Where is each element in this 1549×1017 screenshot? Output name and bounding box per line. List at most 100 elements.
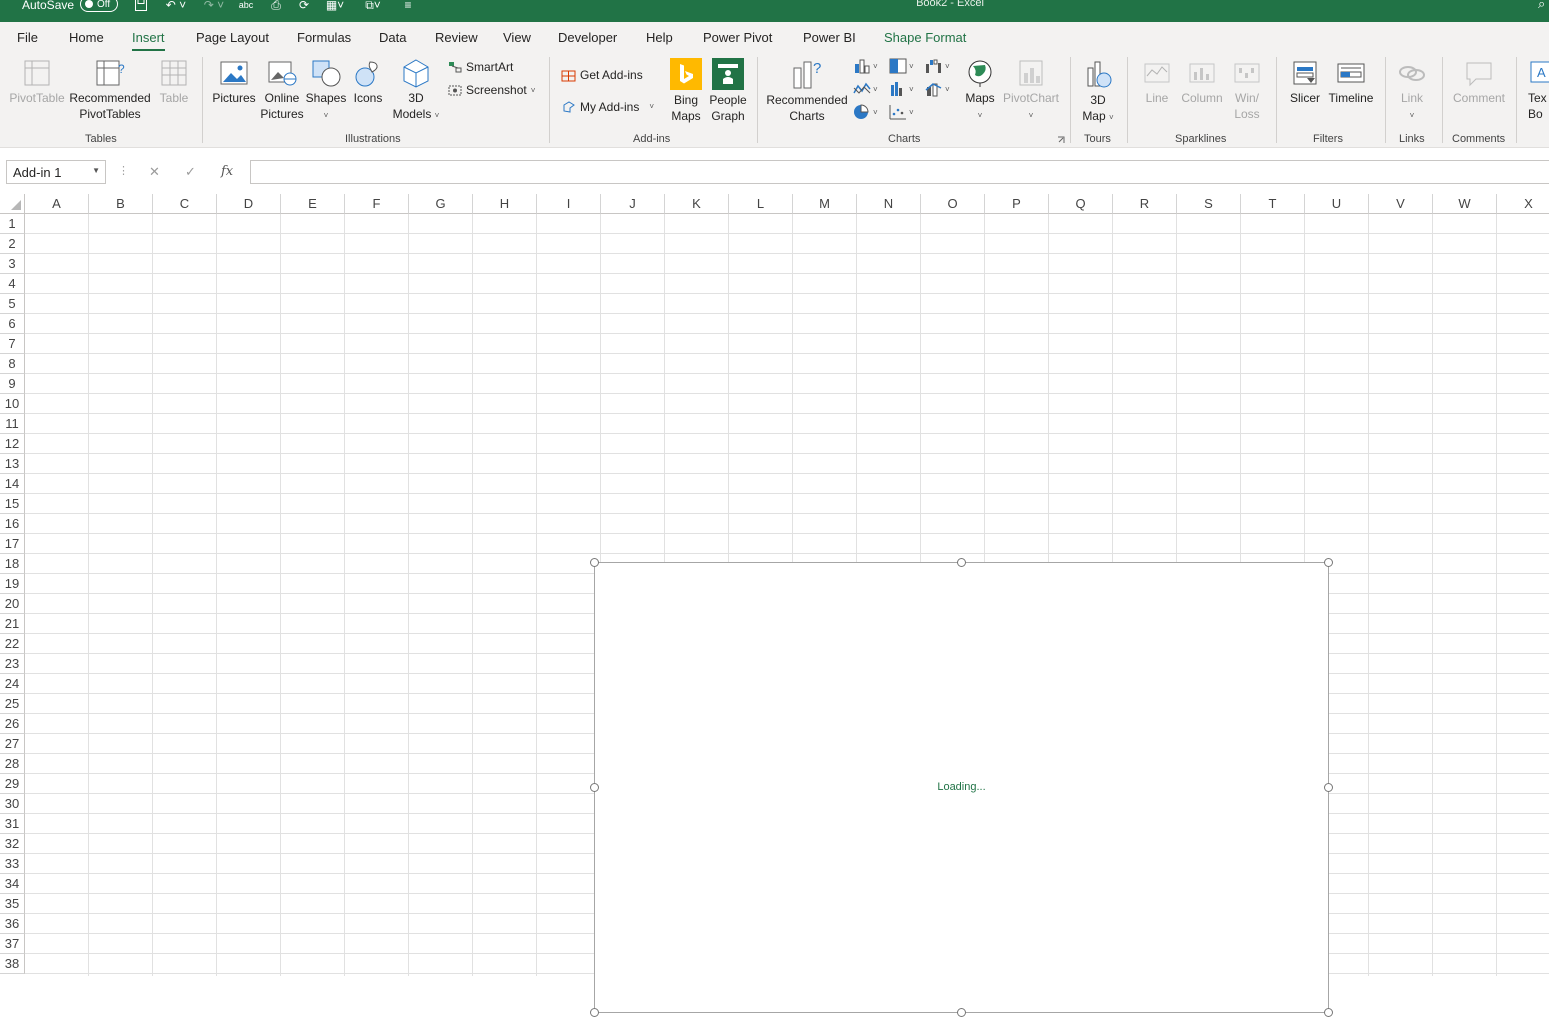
column-header[interactable]: U	[1305, 194, 1369, 214]
column-chart-button[interactable]: ˅	[853, 58, 878, 74]
tab-help[interactable]: Help	[646, 30, 673, 45]
tab-view[interactable]: View	[503, 30, 531, 45]
row-header[interactable]: 17	[0, 534, 25, 554]
maps-button[interactable]: Maps ˅	[962, 58, 998, 124]
column-header[interactable]: E	[281, 194, 345, 214]
column-header[interactable]: I	[537, 194, 601, 214]
row-header[interactable]: 25	[0, 694, 25, 714]
enter-icon[interactable]: ✓	[185, 164, 196, 180]
column-header[interactable]: N	[857, 194, 921, 214]
row-header[interactable]: 7	[0, 334, 25, 354]
tab-data[interactable]: Data	[379, 30, 406, 45]
timeline-button[interactable]: Timeline	[1326, 58, 1376, 106]
my-addins-button[interactable]: My Add-ins ˅	[561, 99, 654, 114]
row-header[interactable]: 9	[0, 374, 25, 394]
people-graph-button[interactable]: People Graph	[707, 58, 749, 124]
row-header[interactable]: 37	[0, 934, 25, 954]
comment-button[interactable]: Comment	[1450, 58, 1508, 106]
select-all-button[interactable]	[0, 194, 25, 214]
tab-home[interactable]: Home	[69, 30, 104, 45]
row-header[interactable]: 14	[0, 474, 25, 494]
tab-developer[interactable]: Developer	[558, 30, 617, 45]
row-header[interactable]: 11	[0, 414, 25, 434]
statistic-chart-button[interactable]: ˅	[889, 81, 914, 97]
formula-input[interactable]	[250, 160, 1549, 184]
sparkline-line-button[interactable]: Line	[1137, 58, 1177, 106]
resize-handle-bottom-right[interactable]	[1324, 1008, 1333, 1017]
column-header[interactable]: F	[345, 194, 409, 214]
insert-function-icon[interactable]: fx	[221, 164, 233, 179]
column-header[interactable]: W	[1433, 194, 1497, 214]
row-header[interactable]: 29	[0, 774, 25, 794]
row-header[interactable]: 35	[0, 894, 25, 914]
row-header[interactable]: 12	[0, 434, 25, 454]
row-header[interactable]: 27	[0, 734, 25, 754]
3d-map-button[interactable]: 3D Map ˅	[1077, 58, 1119, 126]
bing-maps-button[interactable]: Bing Maps	[666, 58, 706, 124]
row-header[interactable]: 20	[0, 594, 25, 614]
row-header[interactable]: 6	[0, 314, 25, 334]
column-header[interactable]: K	[665, 194, 729, 214]
more-icon[interactable]: ⋮	[118, 164, 129, 177]
column-header[interactable]: Q	[1049, 194, 1113, 214]
column-header[interactable]: O	[921, 194, 985, 214]
column-header[interactable]: V	[1369, 194, 1433, 214]
column-header[interactable]: A	[25, 194, 89, 214]
column-header[interactable]: B	[89, 194, 153, 214]
row-header[interactable]: 15	[0, 494, 25, 514]
row-header[interactable]: 32	[0, 834, 25, 854]
column-header[interactable]: R	[1113, 194, 1177, 214]
tab-formulas[interactable]: Formulas	[297, 30, 351, 45]
resize-handle-left[interactable]	[590, 783, 599, 792]
row-header[interactable]: 22	[0, 634, 25, 654]
pie-chart-button[interactable]: ˅	[853, 104, 878, 120]
row-header[interactable]: 31	[0, 814, 25, 834]
row-header[interactable]: 38	[0, 954, 25, 974]
recommended-charts-button[interactable]: ? Recommended Charts	[764, 58, 850, 124]
row-header[interactable]: 4	[0, 274, 25, 294]
sparkline-winloss-button[interactable]: Win/ Loss	[1228, 58, 1266, 122]
resize-handle-bottom[interactable]	[957, 1008, 966, 1017]
icons-button[interactable]: Icons	[348, 58, 388, 106]
row-header[interactable]: 33	[0, 854, 25, 874]
row-header[interactable]: 8	[0, 354, 25, 374]
column-header[interactable]: H	[473, 194, 537, 214]
row-header[interactable]: 24	[0, 674, 25, 694]
line-chart-button[interactable]: ˅	[853, 81, 878, 97]
sparkline-column-button[interactable]: Column	[1178, 58, 1226, 106]
column-header[interactable]: G	[409, 194, 473, 214]
row-header[interactable]: 19	[0, 574, 25, 594]
text-box-button[interactable]: A Tex Bo	[1528, 58, 1549, 122]
row-header[interactable]: 28	[0, 754, 25, 774]
row-header[interactable]: 10	[0, 394, 25, 414]
row-header[interactable]: 3	[0, 254, 25, 274]
column-header[interactable]: S	[1177, 194, 1241, 214]
get-addins-button[interactable]: Get Add-ins	[561, 67, 643, 82]
tab-power-bi[interactable]: Power BI	[803, 30, 856, 45]
row-header[interactable]: 2	[0, 234, 25, 254]
resize-handle-top-right[interactable]	[1324, 558, 1333, 567]
row-header[interactable]: 18	[0, 554, 25, 574]
scatter-chart-button[interactable]: ˅	[889, 104, 914, 120]
pictures-button[interactable]: Pictures	[210, 58, 258, 106]
column-header[interactable]: J	[601, 194, 665, 214]
column-header[interactable]: L	[729, 194, 793, 214]
column-header[interactable]: C	[153, 194, 217, 214]
waterfall-chart-button[interactable]: ˅	[925, 58, 950, 74]
column-header[interactable]: M	[793, 194, 857, 214]
resize-handle-right[interactable]	[1324, 783, 1333, 792]
row-header[interactable]: 36	[0, 914, 25, 934]
cancel-icon[interactable]: ✕	[149, 164, 160, 180]
screenshot-button[interactable]: Screenshot ˅	[448, 83, 535, 97]
tab-file[interactable]: File	[17, 30, 38, 45]
row-header[interactable]: 26	[0, 714, 25, 734]
row-header[interactable]: 34	[0, 874, 25, 894]
row-header[interactable]: 5	[0, 294, 25, 314]
row-header[interactable]: 1	[0, 214, 25, 234]
row-header[interactable]: 21	[0, 614, 25, 634]
addin-frame[interactable]: Loading...	[590, 558, 1333, 1017]
row-header[interactable]: 30	[0, 794, 25, 814]
3d-models-button[interactable]: 3D Models ˅	[390, 58, 442, 124]
column-header[interactable]: X	[1497, 194, 1549, 214]
pivottable-button[interactable]: PivotTable	[8, 58, 66, 106]
